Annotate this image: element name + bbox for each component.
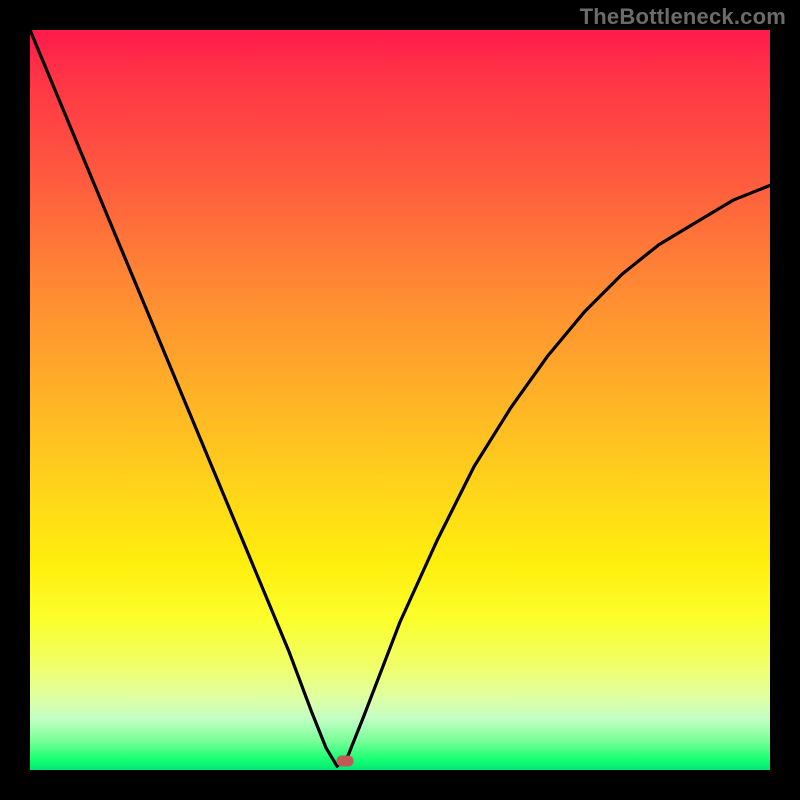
notch-marker xyxy=(336,756,353,767)
chart-frame: TheBottleneck.com xyxy=(0,0,800,800)
curve-svg xyxy=(30,30,770,770)
plot-area xyxy=(30,30,770,770)
bottleneck-curve xyxy=(30,30,770,766)
watermark-text: TheBottleneck.com xyxy=(580,4,786,30)
